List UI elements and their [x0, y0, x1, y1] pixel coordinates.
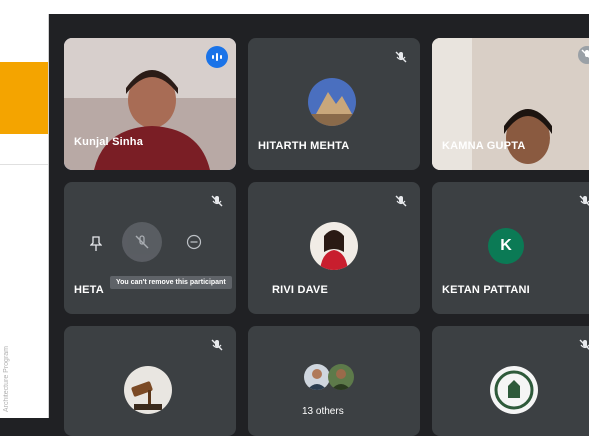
presentation-slide: Architecture Program [0, 14, 49, 418]
participant-name: HITARTH MEHTA [258, 140, 350, 152]
participant-tile-heta[interactable]: HETA [64, 182, 236, 314]
more-options-icon[interactable] [184, 232, 204, 252]
audio-wave-icon [206, 46, 228, 68]
slide-footer-text: Architecture Program [3, 345, 10, 412]
others-count-label: 13 others [302, 406, 344, 417]
participant-name: RIVI DAVE [272, 284, 328, 296]
participant-tile-kunjal-sinha[interactable]: Kunjal Sinha [64, 38, 236, 170]
top-bar [0, 0, 589, 14]
avatar [328, 364, 354, 390]
mic-off-icon [578, 338, 589, 352]
avatar [308, 78, 356, 126]
participant-tile-ketan-pattani[interactable]: K KETAN PATTANI [432, 182, 589, 314]
slide-accent-band [0, 62, 48, 134]
mic-off-icon [210, 338, 224, 352]
avatar [310, 222, 358, 270]
participant-name: KETAN PATTANI [442, 284, 530, 296]
mic-off-icon [394, 50, 408, 64]
participant-tile[interactable] [432, 326, 589, 436]
avatar [304, 364, 330, 390]
mic-off-icon [394, 194, 408, 208]
participant-tile[interactable] [64, 326, 236, 436]
participant-name: HETA [74, 284, 104, 296]
mic-off-icon [578, 46, 589, 64]
participant-tile-others[interactable]: 13 others [248, 326, 420, 436]
avatar: K [488, 228, 524, 264]
participant-name: Kunjal Sinha [74, 136, 144, 148]
mic-off-icon [210, 194, 224, 208]
tooltip: You can't remove this participant [110, 276, 232, 289]
slide-divider [0, 164, 48, 165]
remove-participant-icon[interactable] [122, 222, 162, 262]
avatar [124, 366, 172, 414]
participant-tile-kamna-gupta[interactable]: KAMNA GUPTA [432, 38, 589, 170]
participant-name: KAMNA GUPTA [442, 140, 526, 152]
participant-tile-hitarth-mehta[interactable]: HITARTH MEHTA [248, 38, 420, 170]
mic-off-icon [578, 194, 589, 208]
avatar [490, 366, 538, 414]
pin-icon[interactable] [88, 234, 104, 254]
participant-tile-rivi-dave[interactable]: RIVI DAVE [248, 182, 420, 314]
